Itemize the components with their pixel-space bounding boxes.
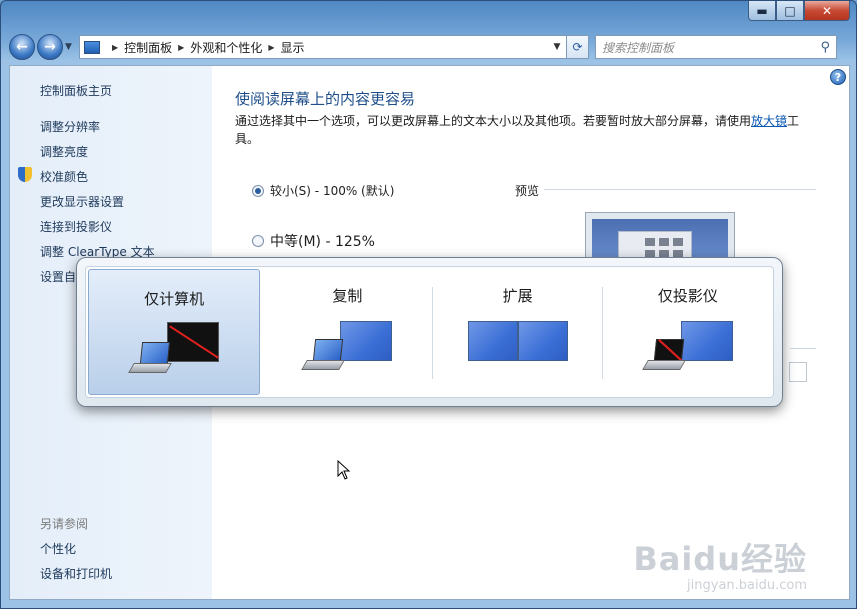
option-label: 仅投影仪 — [657, 287, 718, 305]
projection-option-projector-only[interactable]: 仅投影仪 — [603, 267, 773, 397]
sidebar-item-resolution[interactable]: 调整分辨率 — [40, 118, 100, 135]
caption-buttons: ▬ □ ✕ — [748, 1, 850, 21]
help-icon[interactable]: ? — [830, 69, 846, 85]
shield-icon — [18, 167, 32, 182]
breadcrumb: ▶ 控制面板 ▶ 外观和个性化 ▶ 显示 — [106, 39, 305, 56]
laptop-icon — [128, 342, 172, 378]
watermark-logo: Baidu经验 — [633, 540, 807, 578]
preview-label: 预览 — [515, 184, 540, 198]
back-button[interactable]: ← — [9, 34, 35, 60]
breadcrumb-item-control-panel[interactable]: 控制面板 — [124, 39, 172, 56]
sidebar-item-calibrate[interactable]: 校准颜色 — [40, 168, 88, 185]
option-smaller[interactable]: 较小(S) - 100% (默认) — [252, 182, 394, 199]
maximize-button[interactable]: □ — [776, 1, 804, 21]
sidebar-item-brightness[interactable]: 调整亮度 — [40, 143, 88, 160]
option-label: 较小(S) - 100% (默认) — [270, 184, 395, 198]
page-title: 使阅读屏幕上的内容更容易 — [235, 90, 416, 108]
control-panel-icon — [84, 40, 100, 54]
search-input[interactable]: 搜索控制面板 — [602, 39, 820, 56]
apply-button-partial[interactable] — [789, 362, 807, 382]
preview-image — [585, 212, 735, 263]
laptop-off-icon — [641, 339, 686, 375]
option-label: 中等(M) - 125% — [270, 234, 375, 250]
radio-button[interactable] — [252, 235, 264, 247]
address-bar[interactable]: ▶ 控制面板 ▶ 外观和个性化 ▶ 显示 ▼ — [79, 35, 567, 59]
projection-option-extend[interactable]: 扩展 — [433, 267, 603, 397]
breadcrumb-separator-icon[interactable]: ▶ — [178, 43, 184, 52]
breadcrumb-separator-icon[interactable]: ▶ — [112, 43, 118, 52]
divider — [790, 348, 816, 349]
radio-button[interactable] — [252, 184, 264, 197]
recent-pages-dropdown-icon[interactable]: ▼ — [65, 42, 75, 52]
breadcrumb-item-appearance[interactable]: 外观和个性化 — [190, 39, 262, 56]
page-description: 通过选择其中一个选项，可以更改屏幕上的文本大小以及其他项。若要暂时放大部分屏幕，… — [235, 114, 800, 146]
see-also-heading: 另请参阅 — [40, 517, 89, 531]
monitor-icon — [680, 321, 733, 361]
breadcrumb-item-display[interactable]: 显示 — [281, 39, 305, 56]
forward-button[interactable]: → — [37, 34, 63, 60]
sidebar-item-custom[interactable]: 设置自 — [40, 268, 76, 285]
sidebar-item-devices-printers[interactable]: 设备和打印机 — [40, 565, 112, 582]
address-dropdown-icon[interactable]: ▼ — [548, 42, 566, 52]
minimize-button[interactable]: ▬ — [748, 1, 776, 21]
watermark-url: jingyan.baidu.com — [687, 578, 807, 593]
option-label: 仅计算机 — [144, 290, 205, 308]
sidebar-item-home[interactable]: 控制面板主页 — [40, 82, 112, 99]
sidebar-item-projector[interactable]: 连接到投影仪 — [40, 218, 112, 235]
monitor-icon — [340, 321, 393, 361]
option-medium[interactable]: 中等(M) - 125% — [252, 231, 375, 251]
search-icon[interactable]: ⚲ — [820, 40, 830, 55]
mouse-cursor-icon — [337, 460, 351, 480]
refresh-icon[interactable]: ⟳ — [567, 35, 589, 59]
sidebar-item-personalization[interactable]: 个性化 — [40, 540, 76, 557]
breadcrumb-separator-icon[interactable]: ▶ — [268, 43, 274, 52]
option-label: 扩展 — [502, 287, 533, 305]
sidebar-item-display-settings[interactable]: 更改显示器设置 — [40, 193, 124, 210]
monitor-off-icon — [167, 322, 219, 362]
preview-divider — [544, 189, 816, 190]
monitor-icon — [517, 321, 568, 361]
navigation-bar: ← → ▼ ▶ 控制面板 ▶ 外观和个性化 ▶ 显示 ▼ ⟳ 搜索控制面板 ⚲ — [9, 31, 848, 63]
watermark: Baidu经验 jingyan.baidu.com — [633, 534, 807, 593]
laptop-icon — [301, 339, 346, 375]
option-label: 复制 — [332, 287, 363, 305]
projection-option-duplicate[interactable]: 复制 — [262, 267, 433, 397]
magnifier-link[interactable]: 放大镜 — [751, 114, 787, 128]
projection-switcher: 仅计算机 复制 扩展 仅投影仪 — [76, 257, 783, 407]
monitor-icon — [467, 321, 518, 361]
projection-option-computer-only[interactable]: 仅计算机 — [88, 269, 261, 395]
close-button[interactable]: ✕ — [804, 1, 850, 21]
search-box[interactable]: 搜索控制面板 ⚲ — [595, 35, 837, 59]
